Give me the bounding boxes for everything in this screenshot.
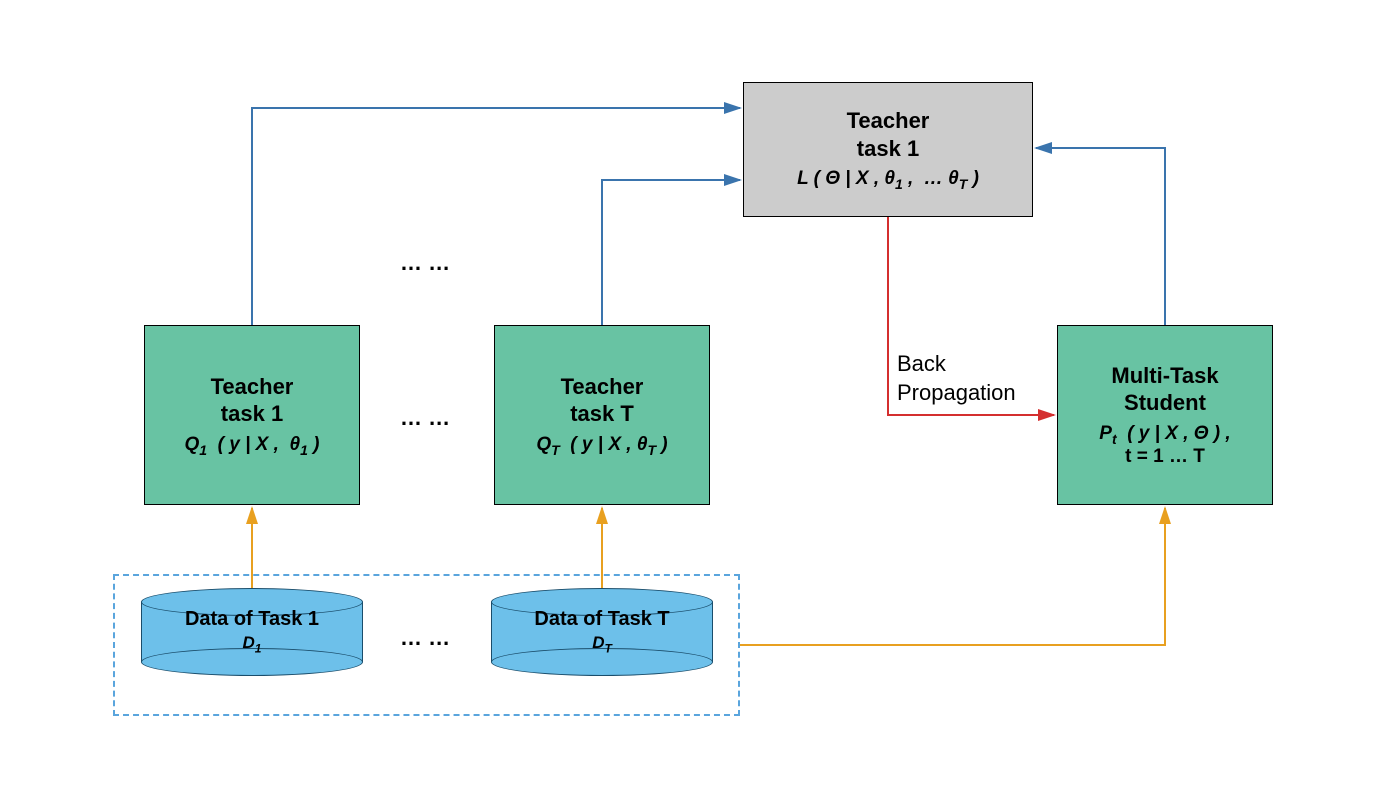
teacher-1-title: Teachertask 1 [211,373,294,428]
student-box: Multi-TaskStudent Pt ( y | X , Θ ) ,t = … [1057,325,1273,505]
teacher-T-box: Teachertask T QT ( y | X , θT ) [494,325,710,505]
student-formula: Pt ( y | X , Θ ) ,t = 1 … T [1099,423,1230,469]
data-T-cylinder: Data of Task T DT [491,588,713,676]
student-title: Multi-TaskStudent [1111,362,1218,417]
ellipsis-upper: … … [400,250,450,276]
arrow-data-to-student [740,508,1165,645]
teacher-1-box: Teachertask 1 Q1 ( y | X , θ1 ) [144,325,360,505]
teacher-T-title: Teachertask T [561,373,644,428]
teacher-1-formula: Q1 ( y | X , θ1 ) [185,434,320,458]
data-T-sub: DT [592,633,612,655]
arrow-teacher1-to-loss [252,108,740,325]
arrow-student-to-loss [1036,148,1165,325]
arrow-teacherT-to-loss [602,180,740,325]
data-T-label: Data of Task T [534,608,669,631]
data-1-cylinder: Data of Task 1 D1 [141,588,363,676]
data-1-sub: D1 [243,633,262,655]
loss-title: Teachertask 1 [847,107,930,162]
data-1-label: Data of Task 1 [185,608,319,631]
loss-formula: L ( Θ | X , θ1 , … θT ) [797,168,979,192]
backprop-label: BackPropagation [897,350,1016,407]
teacher-T-formula: QT ( y | X , θT ) [536,434,667,458]
ellipsis-middle: … … [400,405,450,431]
loss-function-box: Teachertask 1 L ( Θ | X , θ1 , … θT ) [743,82,1033,217]
